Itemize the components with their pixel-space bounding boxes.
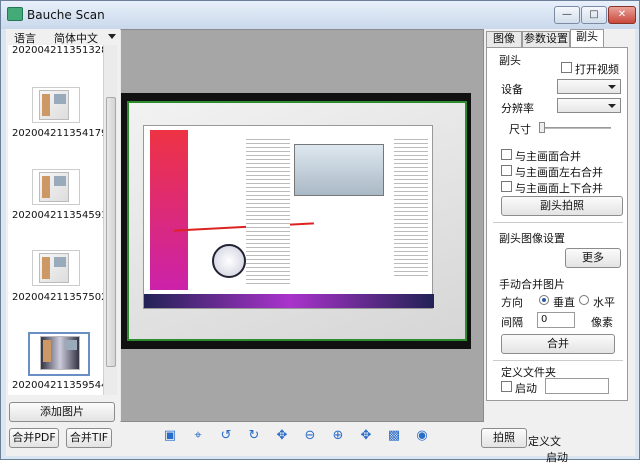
chevron-down-icon[interactable] (108, 34, 116, 39)
enable-ghost-label: 启动 (546, 451, 568, 464)
close-icon[interactable]: ✕ (608, 6, 636, 24)
merge-button[interactable]: 合并 (501, 334, 615, 354)
language-value[interactable]: 简体中文 (54, 30, 98, 46)
rotate-left-icon[interactable]: ↺ (218, 428, 234, 444)
enable-label: 启动 (515, 382, 537, 395)
thumbnail-image[interactable] (32, 169, 80, 205)
merge-left-right-checkbox[interactable] (501, 165, 512, 176)
capture-button[interactable]: 拍照 (481, 428, 527, 448)
interval-input[interactable]: 0 (537, 312, 575, 328)
size-label: 尺寸 (509, 123, 531, 136)
rotate-right-icon[interactable]: ↻ (246, 428, 262, 444)
open-video-label: 打开视频 (575, 63, 619, 76)
app-icon (7, 7, 23, 21)
direction-label: 方向 (501, 296, 523, 309)
horizontal-label: 水平 (593, 296, 615, 309)
merge-main-label: 与主画面合并 (515, 150, 581, 163)
client-area: 语言 简体中文 2020042113513​28... 202004211354… (6, 29, 635, 464)
image-toolbar: ▣ ⌖ ↺ ↻ ✥ ⊖ ⊕ ✥ ▩ ◉ (156, 426, 436, 446)
manual-merge-title: 手动合并图片 (499, 278, 565, 291)
thumbnail-label[interactable]: 2020042113545​91... (12, 210, 103, 221)
sub-image-settings-title: 副头图像设置 (499, 232, 565, 245)
scanned-image (121, 93, 471, 349)
merge-pdf-button[interactable]: 合并PDF (9, 428, 59, 448)
enable-checkbox[interactable] (501, 381, 512, 392)
interval-label: 间隔 (501, 316, 523, 329)
more-button[interactable]: 更多 (565, 248, 621, 268)
pixels-unit-label: 像素 (591, 316, 613, 329)
tab-parameters[interactable]: 参数设置 (522, 31, 570, 47)
thumbnail-label[interactable]: 2020042113541​79... (12, 128, 103, 139)
open-video-checkbox[interactable] (561, 62, 572, 73)
resolution-label: 分辨率 (501, 102, 534, 115)
merge-top-bottom-label: 与主画面上下合并 (515, 182, 603, 195)
thumbnail-panel: 语言 简体中文 2020042113513​28... 202004211354… (6, 29, 118, 448)
tab-sub-camera[interactable]: 副头 (570, 29, 604, 47)
add-image-button[interactable]: 添加图片 (9, 402, 115, 422)
device-select[interactable] (557, 79, 621, 94)
film-icon[interactable]: ▩ (386, 428, 402, 444)
document-photo (127, 101, 467, 341)
tab-image[interactable]: 图像 (486, 31, 522, 47)
thumbnail-list[interactable]: 2020042113513​28... 2020042113541​79... … (8, 45, 103, 395)
horizontal-radio[interactable] (579, 295, 589, 305)
divider (493, 360, 623, 361)
app-window: Bauche Scan — □ ✕ 语言 简体中文 2020042113513​… (0, 0, 640, 464)
custom-folder-ghost-label: 定义文 (528, 435, 561, 448)
crop-icon[interactable]: ⌖ (190, 428, 206, 444)
language-label: 语言 (14, 32, 36, 45)
move-icon[interactable]: ✥ (274, 428, 290, 444)
document-page (143, 125, 434, 309)
size-slider-thumb[interactable] (539, 122, 545, 133)
scrollbar-thumb[interactable] (106, 97, 116, 367)
compare-icon[interactable]: ◉ (414, 428, 430, 444)
merge-main-checkbox[interactable] (501, 149, 512, 160)
merge-tif-button[interactable]: 合并TIF (66, 428, 112, 448)
sub-capture-button[interactable]: 副头拍照 (501, 196, 623, 216)
window-title: Bauche Scan (27, 8, 105, 22)
size-slider-track[interactable] (539, 127, 611, 129)
vertical-label: 垂直 (553, 296, 575, 309)
zoom-in-icon[interactable]: ⊕ (330, 428, 346, 444)
pan-icon[interactable]: ✥ (358, 428, 374, 444)
merge-top-bottom-checkbox[interactable] (501, 181, 512, 192)
image-viewer[interactable] (120, 29, 484, 422)
sub-camera-section-title: 副头 (499, 54, 521, 67)
divider (493, 222, 623, 223)
folder-path-input[interactable] (545, 378, 609, 394)
thumbnail-scrollbar[interactable] (103, 45, 117, 395)
language-selector[interactable]: 语言 简体中文 (10, 29, 118, 45)
sub-camera-tab-body: 副头 打开视频 设备 分辨率 尺寸 与主画面合并 与主画面左右合并 与主画面上下… (486, 47, 628, 401)
thumbnail-label[interactable]: 2020042113595​44... (12, 380, 103, 391)
device-label: 设备 (501, 83, 523, 96)
maximize-icon[interactable]: □ (581, 6, 607, 24)
thumbnail-label[interactable]: 2020042113513​28... (12, 45, 103, 56)
minimize-icon[interactable]: — (554, 6, 580, 24)
thumbnail-image-selected[interactable] (28, 332, 90, 376)
resolution-select[interactable] (557, 98, 621, 113)
thumbnail-label[interactable]: 2020042113575​02... (12, 292, 103, 303)
merge-left-right-label: 与主画面左右合并 (515, 166, 603, 179)
thumbnail-image[interactable] (32, 250, 80, 286)
zoom-out-icon[interactable]: ⊖ (302, 428, 318, 444)
thumbnail-image[interactable] (32, 87, 80, 123)
title-bar: Bauche Scan — □ ✕ (1, 1, 639, 29)
vertical-radio[interactable] (539, 295, 549, 305)
focus-icon[interactable]: ▣ (162, 428, 178, 444)
settings-panel: 图像 参数设置 副头 副头 打开视频 设备 分辨率 尺寸 与主画面合并 与主画面… (486, 29, 632, 401)
